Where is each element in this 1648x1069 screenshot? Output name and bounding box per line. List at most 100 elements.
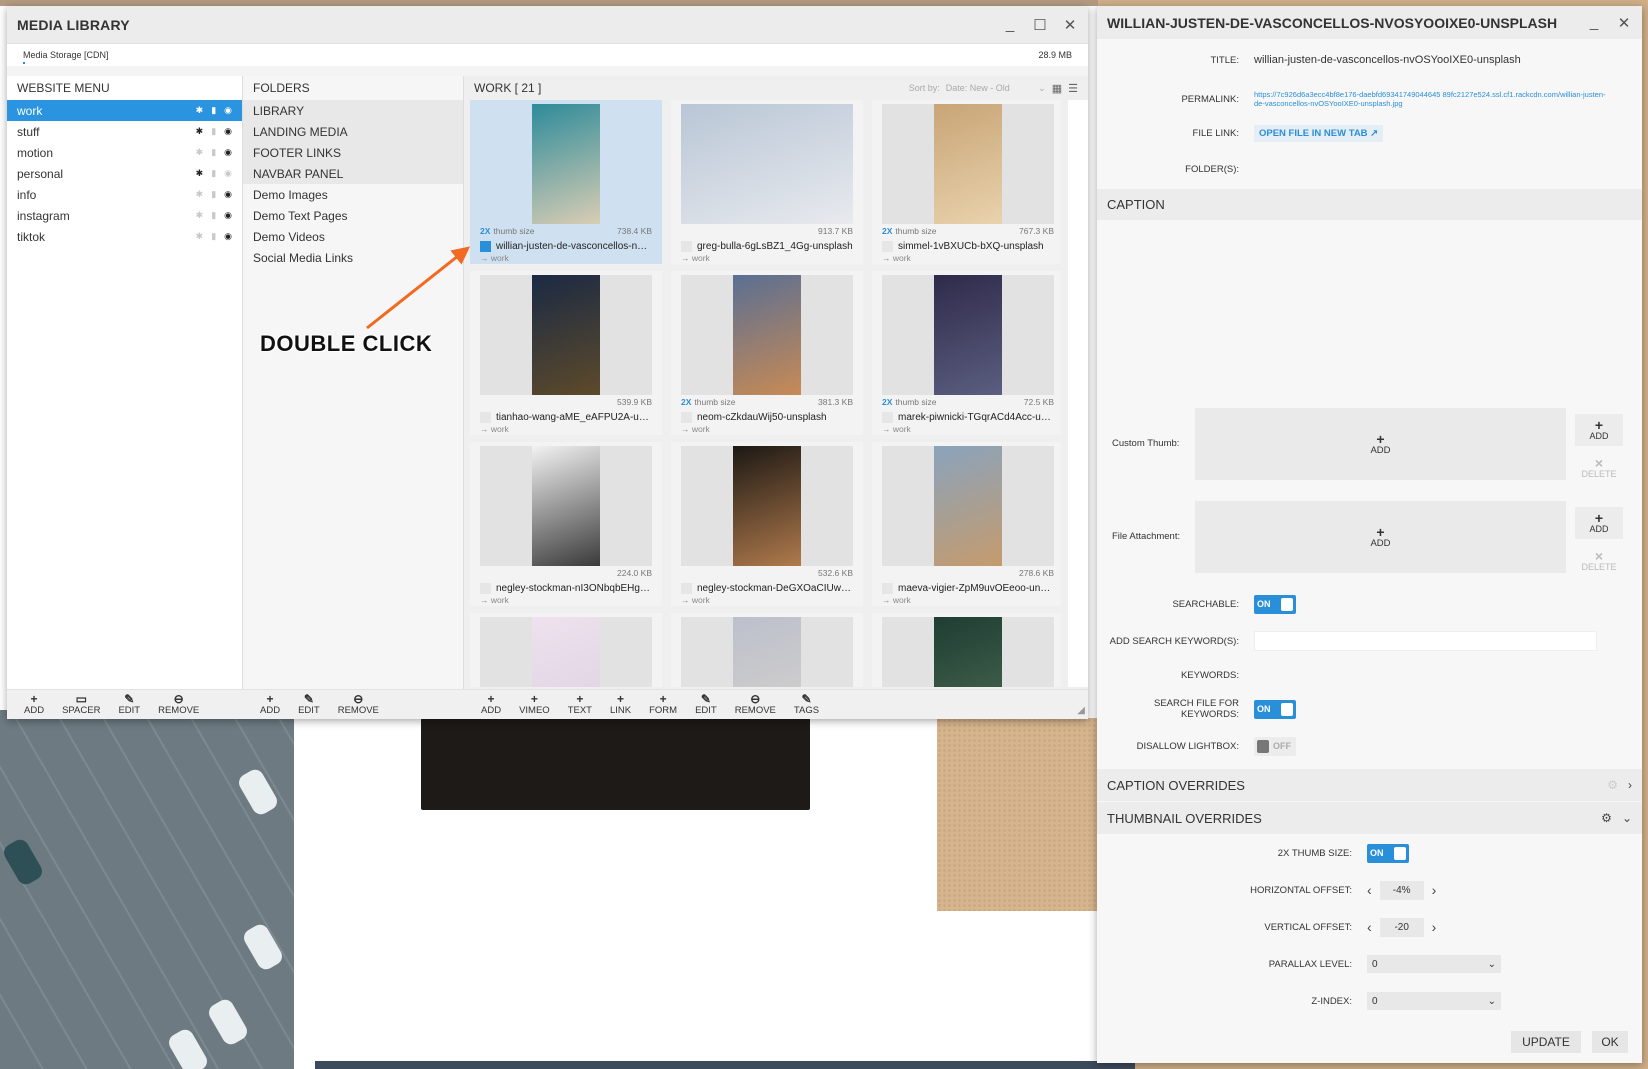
website-menu-item-motion[interactable]: motion ✱ ▮ ◉	[7, 142, 242, 163]
media-tile[interactable]	[872, 613, 1061, 687]
media-tile[interactable]: 913.7 KB greg-bulla-6gLsBZ1_4Gg-unsplash →…	[671, 100, 863, 264]
eye-icon[interactable]: ◉	[224, 210, 232, 221]
select-checkbox[interactable]	[681, 241, 692, 252]
title-input[interactable]	[1254, 54, 1614, 66]
gear-icon[interactable]: ✱	[196, 168, 204, 179]
chevron-left-icon[interactable]: ‹	[1367, 882, 1372, 898]
details-titlebar[interactable]: WILLIAN-JUSTEN-DE-VASCONCELLOS-NVOSYOOIX…	[1097, 6, 1642, 39]
media-tile[interactable]: 539.9 KB tianhao-wang-aME_eAFPU2A-uns... →…	[470, 271, 662, 435]
website-menu-item-instagram[interactable]: instagram ✱ ▮ ◉	[7, 205, 242, 226]
caption-editor[interactable]	[1097, 220, 1642, 400]
file-attachment-add-button[interactable]: + ADD	[1575, 507, 1623, 539]
horizontal-offset-value[interactable]: -4%	[1379, 880, 1424, 900]
website-menu-item-work[interactable]: work ✱ ▮ ◉	[7, 100, 242, 121]
gear-icon[interactable]: ✱	[196, 105, 204, 116]
select-checkbox[interactable]	[681, 583, 692, 594]
eye-icon[interactable]: ◉	[224, 147, 232, 158]
tags-button[interactable]: ✎ TAGS	[785, 690, 828, 720]
edit-button[interactable]: ✎ EDIT	[109, 690, 149, 720]
remove-button[interactable]: ⊖ REMOVE	[329, 690, 388, 720]
eye-icon[interactable]: ◉	[224, 126, 232, 137]
twox-thumb-toggle[interactable]: ON	[1367, 843, 1409, 863]
folder-item[interactable]: Demo Videos	[243, 226, 463, 247]
disallow-lightbox-toggle[interactable]: OFF	[1254, 736, 1296, 756]
media-grid-scrollbar[interactable]	[1068, 100, 1088, 687]
chevron-right-icon[interactable]: ›	[1432, 882, 1437, 898]
zindex-select[interactable]: 0 ⌄	[1367, 992, 1501, 1010]
lock-icon[interactable]: ▮	[211, 210, 216, 221]
gear-icon[interactable]: ✱	[196, 189, 204, 200]
form-button[interactable]: + FORM	[640, 690, 686, 720]
select-checkbox[interactable]	[480, 241, 491, 252]
gear-icon[interactable]: ✱	[196, 210, 204, 221]
link-button[interactable]: + LINK	[601, 690, 640, 720]
website-menu-item-info[interactable]: info ✱ ▮ ◉	[7, 184, 242, 205]
media-tile[interactable]: 224.0 KB negley-stockman-nI3ONbqbEHg-u...…	[470, 442, 662, 606]
gear-icon[interactable]: ⚙	[1607, 778, 1618, 792]
add-keywords-input[interactable]	[1254, 631, 1597, 651]
custom-thumb-dropzone[interactable]: + ADD	[1195, 408, 1566, 480]
website-menu-item-stuff[interactable]: stuff ✱ ▮ ◉	[7, 121, 242, 142]
media-tile[interactable]: 278.6 KB maeva-vigier-ZpM9uvOEeoo-unsp...…	[872, 442, 1061, 606]
chevron-right-icon[interactable]: ›	[1432, 919, 1437, 935]
media-tile[interactable]: 2X thumb size 738.4 KB willian-justen-de-va…	[470, 100, 662, 264]
folder-item[interactable]: Demo Images	[243, 184, 463, 205]
chevron-right-icon[interactable]: ›	[1628, 778, 1632, 792]
eye-icon[interactable]: ◉	[224, 231, 232, 242]
file-attachment-dropzone[interactable]: + ADD	[1195, 501, 1566, 573]
select-checkbox[interactable]	[480, 583, 491, 594]
add-button[interactable]: + ADD	[15, 690, 53, 720]
lock-icon[interactable]: ▮	[211, 126, 216, 137]
select-checkbox[interactable]	[882, 241, 893, 252]
media-tile[interactable]: 2X thumb size 381.3 KB neom-cZkdauWij50-uns…	[671, 271, 863, 435]
folder-item[interactable]: LANDING MEDIA	[243, 121, 463, 142]
eye-icon[interactable]: ◉	[224, 189, 232, 200]
spacer-button[interactable]: ▭ SPACER	[53, 690, 109, 720]
lock-icon[interactable]: ▮	[211, 147, 216, 158]
vimeo-button[interactable]: + VIMEO	[510, 690, 559, 720]
maximize-icon[interactable]: ☐	[1032, 16, 1048, 34]
close-icon[interactable]: ✕	[1062, 16, 1078, 34]
lock-icon[interactable]: ▮	[211, 168, 216, 179]
caption-overrides-section[interactable]: CAPTION OVERRIDES ⚙ ›	[1097, 769, 1642, 801]
folder-item[interactable]: LIBRARY	[243, 100, 463, 121]
close-icon[interactable]: ✕	[1616, 14, 1632, 32]
grid-view-icon[interactable]: ▦	[1052, 82, 1062, 95]
text-button[interactable]: + TEXT	[559, 690, 601, 720]
select-checkbox[interactable]	[882, 412, 893, 423]
media-tile[interactable]	[671, 613, 863, 687]
lock-icon[interactable]: ▮	[211, 105, 216, 116]
vertical-offset-value[interactable]: -20	[1379, 917, 1424, 937]
folder-item[interactable]: Social Media Links	[243, 247, 463, 268]
file-attachment-delete-button[interactable]: × DELETE	[1575, 545, 1623, 577]
chevron-left-icon[interactable]: ‹	[1367, 919, 1372, 935]
lock-icon[interactable]: ▮	[211, 231, 216, 242]
add-button[interactable]: + ADD	[472, 690, 510, 720]
media-tile[interactable]: 2X thumb size 72.5 KB marek-piwnicki-TGqrAC…	[872, 271, 1061, 435]
gear-icon[interactable]: ⚙	[1601, 811, 1612, 825]
remove-button[interactable]: ⊖ REMOVE	[726, 690, 785, 720]
edit-button[interactable]: ✎ EDIT	[289, 690, 329, 720]
gear-icon[interactable]: ✱	[196, 231, 204, 242]
resize-handle-icon[interactable]: ◢	[1077, 705, 1085, 716]
add-button[interactable]: + ADD	[251, 690, 289, 720]
folder-item[interactable]: NAVBAR PANEL	[243, 163, 463, 184]
custom-thumb-delete-button[interactable]: × DELETE	[1575, 452, 1623, 484]
lock-icon[interactable]: ▮	[211, 189, 216, 200]
website-menu-item-tiktok[interactable]: tiktok ✱ ▮ ◉	[7, 226, 242, 247]
parallax-select[interactable]: 0 ⌄	[1367, 955, 1501, 973]
open-file-button[interactable]: OPEN FILE IN NEW TAB ↗	[1254, 124, 1384, 142]
website-menu-item-personal[interactable]: personal ✱ ▮ ◉	[7, 163, 242, 184]
thumbnail-overrides-section[interactable]: THUMBNAIL OVERRIDES ⚙ ⌄	[1097, 802, 1642, 834]
select-checkbox[interactable]	[882, 583, 893, 594]
media-tile[interactable]: 2X thumb size 767.3 KB simmel-1vBXUCb-bXQ-u…	[872, 100, 1061, 264]
gear-icon[interactable]: ✱	[196, 147, 204, 158]
sort-select[interactable]: Date: New - Old ⌄	[946, 83, 1046, 94]
media-tile[interactable]	[470, 613, 662, 687]
gear-icon[interactable]: ✱	[196, 126, 204, 137]
minimize-icon[interactable]: _	[1586, 14, 1602, 31]
remove-button[interactable]: ⊖ REMOVE	[149, 690, 208, 720]
custom-thumb-add-button[interactable]: + ADD	[1575, 414, 1623, 446]
update-button[interactable]: UPDATE	[1511, 1031, 1581, 1053]
chevron-down-icon[interactable]: ⌄	[1622, 811, 1632, 825]
